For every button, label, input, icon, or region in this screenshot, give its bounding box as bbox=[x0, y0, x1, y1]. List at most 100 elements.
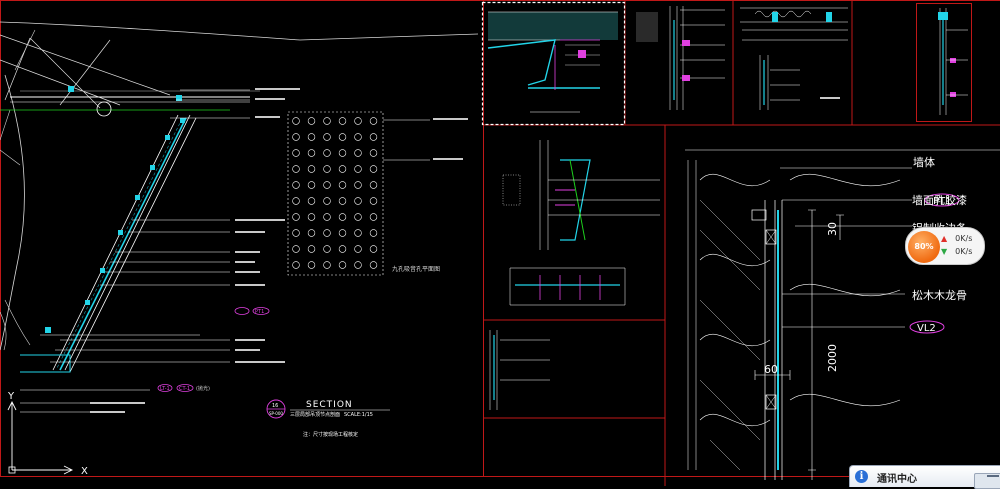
perforation-hole bbox=[339, 246, 346, 253]
dim-2000: 2000 bbox=[826, 344, 839, 372]
perforation-hole bbox=[308, 118, 315, 125]
perforation-hole bbox=[370, 214, 377, 221]
memory-usage-ball[interactable]: 80% bbox=[908, 231, 940, 263]
viewport-frames bbox=[1, 0, 1000, 486]
section-heading: SECTION bbox=[306, 400, 353, 410]
perforation-hole bbox=[339, 230, 346, 237]
perforation-hole bbox=[339, 214, 346, 221]
perforation-hole bbox=[324, 214, 331, 221]
network-speed-widget[interactable]: 80% ▲ 0K/s ▼ 0K/s bbox=[905, 227, 985, 265]
communication-center-popup[interactable]: i 通讯中心 bbox=[849, 465, 1000, 487]
perforation-hole bbox=[339, 150, 346, 157]
perforation-hole bbox=[370, 182, 377, 189]
perforation-hole bbox=[308, 150, 315, 157]
perforation-hole bbox=[324, 182, 331, 189]
info-icon: i bbox=[855, 470, 868, 483]
perforation-hole bbox=[293, 166, 300, 173]
perforation-hole bbox=[308, 230, 315, 237]
ucs-y-label: Y bbox=[7, 391, 15, 402]
perforation-hole bbox=[370, 262, 377, 269]
tag-lt1: LT-1 bbox=[160, 386, 170, 392]
tag-pt1-right: PT1 bbox=[933, 196, 952, 207]
perforation-hole bbox=[355, 214, 362, 221]
perforation-hole bbox=[293, 262, 300, 269]
perforation-hole bbox=[308, 166, 315, 173]
perforation-hole bbox=[370, 198, 377, 205]
perforation-hole bbox=[324, 166, 331, 173]
upload-arrow-icon: ▲ bbox=[941, 234, 947, 243]
perforation-hole bbox=[355, 182, 362, 189]
perforation-hole bbox=[355, 262, 362, 269]
perforation-hole bbox=[370, 166, 377, 173]
detail-thumbnail-4[interactable] bbox=[938, 8, 968, 115]
perforation-hole bbox=[355, 230, 362, 237]
perforation-hole bbox=[293, 246, 300, 253]
tag-pt1-left: PT1 bbox=[255, 309, 264, 315]
perforation-hole bbox=[355, 134, 362, 141]
perforation-hole bbox=[355, 118, 362, 125]
perforation-hole bbox=[308, 134, 315, 141]
perforation-hole bbox=[370, 118, 377, 125]
perforation-hole bbox=[324, 262, 331, 269]
perforation-hole bbox=[339, 166, 346, 173]
perforation-hole bbox=[355, 246, 362, 253]
section-badge-sheet: SP-000 bbox=[269, 411, 283, 416]
perforation-hole bbox=[324, 150, 331, 157]
perforated-plan-note: 九孔吸音孔平面图 bbox=[392, 265, 440, 273]
detail-middle-section[interactable] bbox=[490, 140, 660, 410]
perforation-hole bbox=[293, 134, 300, 141]
perforation-hole bbox=[339, 262, 346, 269]
perforation-hole bbox=[308, 182, 315, 189]
perforation-hole bbox=[293, 118, 300, 125]
tag-vl2: VL2 bbox=[917, 323, 936, 334]
dim-30: 30 bbox=[826, 222, 839, 236]
section-title-block: 16 SP-000 SECTION 三层局部吊顶节点剖面 SCALE:1/15 … bbox=[267, 400, 390, 438]
perforation-hole bbox=[324, 246, 331, 253]
download-arrow-icon: ▼ bbox=[941, 247, 947, 256]
section-badge-number: 16 bbox=[272, 403, 278, 409]
leader-label-stubs bbox=[90, 88, 300, 413]
perforation-hole bbox=[339, 134, 346, 141]
perforation-hole bbox=[370, 134, 377, 141]
detail-thumbnail-1[interactable] bbox=[488, 12, 618, 112]
notification-title: 通讯中心 bbox=[877, 470, 917, 485]
section-note: 注：尺寸按现场工程核定 bbox=[303, 431, 358, 438]
perforation-hole bbox=[339, 182, 346, 189]
perforation-hole bbox=[308, 198, 315, 205]
ucs-x-label: X bbox=[81, 466, 88, 477]
section-scale: SCALE:1/15 bbox=[344, 412, 373, 418]
perforation-hole bbox=[370, 230, 377, 237]
perforated-panel bbox=[288, 112, 468, 275]
perforation-hole bbox=[293, 182, 300, 189]
ucs-icon: Y X bbox=[7, 391, 88, 477]
perforation-hole bbox=[339, 198, 346, 205]
dim-60: 60 bbox=[764, 363, 778, 376]
perforation-hole bbox=[324, 230, 331, 237]
perforation-hole bbox=[293, 214, 300, 221]
perforation-hole bbox=[308, 262, 315, 269]
download-speed: 0K/s bbox=[955, 247, 972, 256]
perforation-hole bbox=[370, 246, 377, 253]
perforation-hole bbox=[355, 150, 362, 157]
section-name: 三层局部吊顶节点剖面 bbox=[290, 411, 340, 418]
perforation-hole bbox=[308, 246, 315, 253]
leader-lines bbox=[20, 90, 250, 412]
detail-thumbnail-3[interactable] bbox=[740, 8, 848, 110]
upload-speed: 0K/s bbox=[955, 234, 972, 243]
perforation-hole bbox=[308, 214, 315, 221]
perforation-hole bbox=[339, 118, 346, 125]
minimize-button[interactable] bbox=[974, 473, 1000, 489]
perforation-hole bbox=[293, 150, 300, 157]
perforation-hole bbox=[324, 134, 331, 141]
section-markers bbox=[45, 86, 185, 333]
perforation-hole bbox=[324, 198, 331, 205]
ceiling-section-drawing bbox=[0, 22, 478, 372]
detail-thumbnail-2[interactable] bbox=[636, 6, 725, 110]
tag-ct1: CT-1 bbox=[179, 386, 190, 392]
perforation-hole bbox=[355, 166, 362, 173]
cad-model-space[interactable]: PT1 LT-1 CT-1 (抛光) 九孔吸音孔平面图 16 SP-000 SE… bbox=[0, 0, 1000, 486]
tag-polished: (抛光) bbox=[196, 385, 210, 392]
perforation-hole bbox=[355, 198, 362, 205]
download-speed-row: ▼ 0K/s bbox=[941, 247, 972, 256]
label-pine-keel: 松木木龙骨 bbox=[912, 288, 967, 302]
